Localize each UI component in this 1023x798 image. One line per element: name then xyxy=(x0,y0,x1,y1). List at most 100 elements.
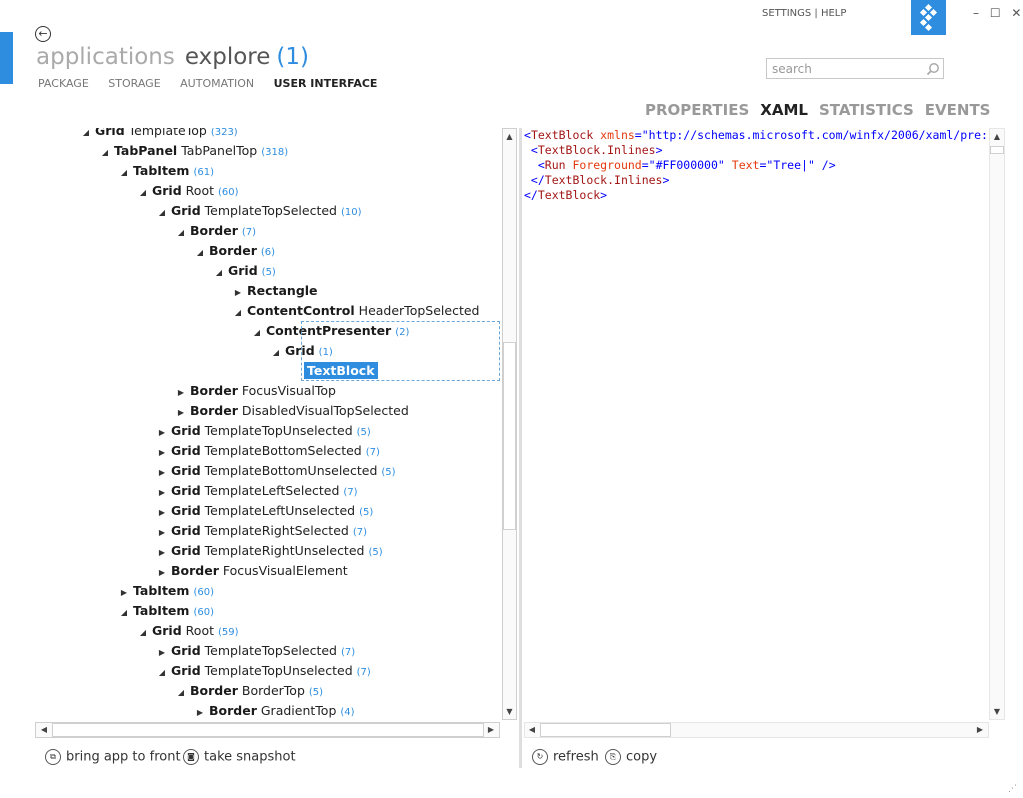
expanded-arrow-icon[interactable]: ◢ xyxy=(175,683,187,703)
tab-events[interactable]: EVENTS xyxy=(925,101,991,119)
back-arrow-icon[interactable]: ← xyxy=(35,26,51,42)
tab-properties[interactable]: PROPERTIES xyxy=(645,101,749,119)
xaml-horizontal-thumb[interactable] xyxy=(540,723,671,737)
copy-button[interactable]: ⎘ copy xyxy=(605,749,657,765)
xaml-scroll-down-arrow-icon[interactable]: ▼ xyxy=(990,705,1004,719)
tree-row[interactable]: ▶ Border DisabledVisualTopSelected xyxy=(175,401,409,421)
search-input[interactable]: search xyxy=(766,58,944,79)
scroll-down-arrow-icon[interactable]: ▼ xyxy=(502,705,517,719)
nav-package[interactable]: PACKAGE xyxy=(38,77,89,90)
tree-row[interactable]: ◢ Border (7) xyxy=(175,221,256,241)
expanded-arrow-icon[interactable]: ◢ xyxy=(213,263,225,283)
tree-node-type: Grid xyxy=(171,463,201,478)
maximize-icon[interactable]: ☐ xyxy=(990,6,1001,20)
bring-app-to-front-button[interactable]: ⧉ bring app to front xyxy=(45,749,181,765)
tree-row[interactable]: ▶ Grid TemplateRightSelected (7) xyxy=(156,521,367,541)
collapsed-arrow-icon[interactable]: ▶ xyxy=(156,443,168,463)
expanded-arrow-icon[interactable]: ◢ xyxy=(137,183,149,203)
xaml-vertical-scrollbar[interactable] xyxy=(989,128,1005,720)
tree-row[interactable]: ▶ Grid TemplateRightUnselected (5) xyxy=(156,541,383,561)
tree-row[interactable]: ▶ Border GradientTop (4) xyxy=(194,701,355,718)
xaml-scroll-up-arrow-icon[interactable]: ▲ xyxy=(990,130,1004,144)
collapsed-arrow-icon[interactable]: ▶ xyxy=(156,643,168,663)
expanded-arrow-icon[interactable]: ◢ xyxy=(99,143,111,163)
collapsed-arrow-icon[interactable]: ▶ xyxy=(232,283,244,303)
nav-user-interface[interactable]: USER INTERFACE xyxy=(274,77,378,90)
expanded-arrow-icon[interactable]: ◢ xyxy=(118,603,130,623)
xaml-scroll-right-arrow-icon[interactable]: ▶ xyxy=(974,723,986,737)
expanded-arrow-icon[interactable]: ◢ xyxy=(118,163,130,183)
collapsed-arrow-icon[interactable]: ▶ xyxy=(175,403,187,423)
tree-vertical-thumb[interactable] xyxy=(503,342,516,530)
tree-row[interactable]: ▶ TabItem (60) xyxy=(118,581,214,601)
tab-statistics[interactable]: STATISTICS xyxy=(819,101,914,119)
tree-row[interactable]: ◢ TabItem (61) xyxy=(118,161,214,181)
tree-row[interactable]: ▶ Grid TemplateBottomSelected (7) xyxy=(156,441,380,461)
expanded-arrow-icon[interactable]: ◢ xyxy=(80,128,92,143)
tree-node-count: (60) xyxy=(193,587,214,598)
close-icon[interactable]: ✕ xyxy=(1011,6,1021,20)
bring-app-to-front-label: bring app to front xyxy=(66,749,181,765)
search-icon[interactable] xyxy=(926,61,940,76)
xaml-line: </TextBlock.Inlines> xyxy=(524,173,989,188)
tree-node-count: (60) xyxy=(218,187,239,198)
scroll-left-arrow-icon[interactable]: ◀ xyxy=(38,723,50,737)
refresh-button[interactable]: ↻ refresh xyxy=(532,749,599,765)
tree-row[interactable]: ◢ Grid (5) xyxy=(213,261,276,281)
title-applications[interactable]: applications xyxy=(36,44,175,70)
tree-row[interactable]: ◢ Grid Root (60) xyxy=(137,181,239,201)
take-snapshot-button[interactable]: ◙ take snapshot xyxy=(183,749,296,765)
expanded-arrow-icon[interactable]: ◢ xyxy=(156,203,168,223)
expanded-arrow-icon[interactable]: ◢ xyxy=(156,663,168,683)
collapsed-arrow-icon[interactable]: ▶ xyxy=(156,503,168,523)
xaml-token: xmlns xyxy=(593,128,635,142)
expanded-arrow-icon[interactable]: ◢ xyxy=(194,243,206,263)
tree-row[interactable]: ◢ Grid TemplateTopUnselected (7) xyxy=(156,661,371,681)
tab-xaml[interactable]: XAML xyxy=(760,101,808,119)
collapsed-arrow-icon[interactable]: ▶ xyxy=(175,383,187,403)
tree-node-type: Border xyxy=(190,403,238,418)
collapsed-arrow-icon[interactable]: ▶ xyxy=(118,583,130,603)
collapsed-arrow-icon[interactable]: ▶ xyxy=(156,463,168,483)
tree-row[interactable]: ◢ TabPanel TabPanelTop (318) xyxy=(99,141,288,161)
tree-row[interactable]: ▶ Border FocusVisualTop xyxy=(175,381,336,401)
xaml-vertical-thumb[interactable] xyxy=(990,146,1004,154)
nav-storage[interactable]: STORAGE xyxy=(108,77,160,90)
tree-row[interactable]: ▶ Grid TemplateTopSelected (7) xyxy=(156,641,355,661)
tree-row[interactable]: ▶ Rectangle xyxy=(232,281,318,301)
expanded-arrow-icon[interactable]: ◢ xyxy=(137,623,149,643)
resize-grip-icon[interactable]: ⋰ xyxy=(1008,784,1017,794)
tree-row[interactable]: ▶ Grid TemplateTopUnselected (5) xyxy=(156,421,371,441)
collapsed-arrow-icon[interactable]: ▶ xyxy=(156,563,168,583)
tree-row[interactable]: ◢ TabItem (60) xyxy=(118,601,214,621)
tree-row[interactable]: ▶ Grid TemplateLeftUnselected (5) xyxy=(156,501,373,521)
scroll-up-arrow-icon[interactable]: ▲ xyxy=(502,130,517,144)
pane-splitter[interactable] xyxy=(519,128,522,768)
tree-row[interactable]: ◢ ContentControl HeaderTopSelected xyxy=(232,301,480,323)
minimize-icon[interactable]: – xyxy=(973,6,979,20)
collapsed-arrow-icon[interactable]: ▶ xyxy=(156,543,168,563)
tree-node-type: Border xyxy=(190,383,238,398)
expanded-arrow-icon[interactable]: ◢ xyxy=(251,323,263,343)
collapsed-arrow-icon[interactable]: ▶ xyxy=(156,483,168,503)
expanded-arrow-icon[interactable]: ◢ xyxy=(175,223,187,243)
tree-horizontal-thumb[interactable] xyxy=(52,723,484,737)
settings-help-links[interactable]: SETTINGS | HELP xyxy=(762,8,846,19)
collapsed-arrow-icon[interactable]: ▶ xyxy=(156,423,168,443)
tree-row[interactable]: ◢ Border (6) xyxy=(194,241,275,261)
tree-row[interactable]: ◢ Grid Root (59) xyxy=(137,621,239,641)
tree-row[interactable]: ▶ Grid TemplateBottomUnselected (5) xyxy=(156,461,396,481)
tree-row[interactable]: ▶ Border FocusVisualElement xyxy=(156,561,348,581)
expanded-arrow-icon[interactable]: ◢ xyxy=(232,303,244,323)
scroll-right-arrow-icon[interactable]: ▶ xyxy=(485,723,497,737)
collapsed-arrow-icon[interactable]: ▶ xyxy=(156,523,168,543)
tree-row[interactable]: ◢ Border BorderTop (5) xyxy=(175,681,323,701)
xaml-scroll-left-arrow-icon[interactable]: ◀ xyxy=(526,723,538,737)
expanded-arrow-icon[interactable]: ◢ xyxy=(270,343,282,363)
tree-row[interactable]: ▶ Grid TemplateLeftSelected (7) xyxy=(156,481,358,501)
collapsed-arrow-icon[interactable]: ▶ xyxy=(194,703,206,718)
tree-row[interactable]: ◢ Grid TemplateTopSelected (10) xyxy=(156,201,362,221)
xaml-editor[interactable]: <TextBlock xmlns="http://schemas.microso… xyxy=(524,128,989,718)
nav-automation[interactable]: AUTOMATION xyxy=(180,77,254,90)
tree-row[interactable]: ◢ Grid TemplateTop (323) xyxy=(80,128,238,141)
